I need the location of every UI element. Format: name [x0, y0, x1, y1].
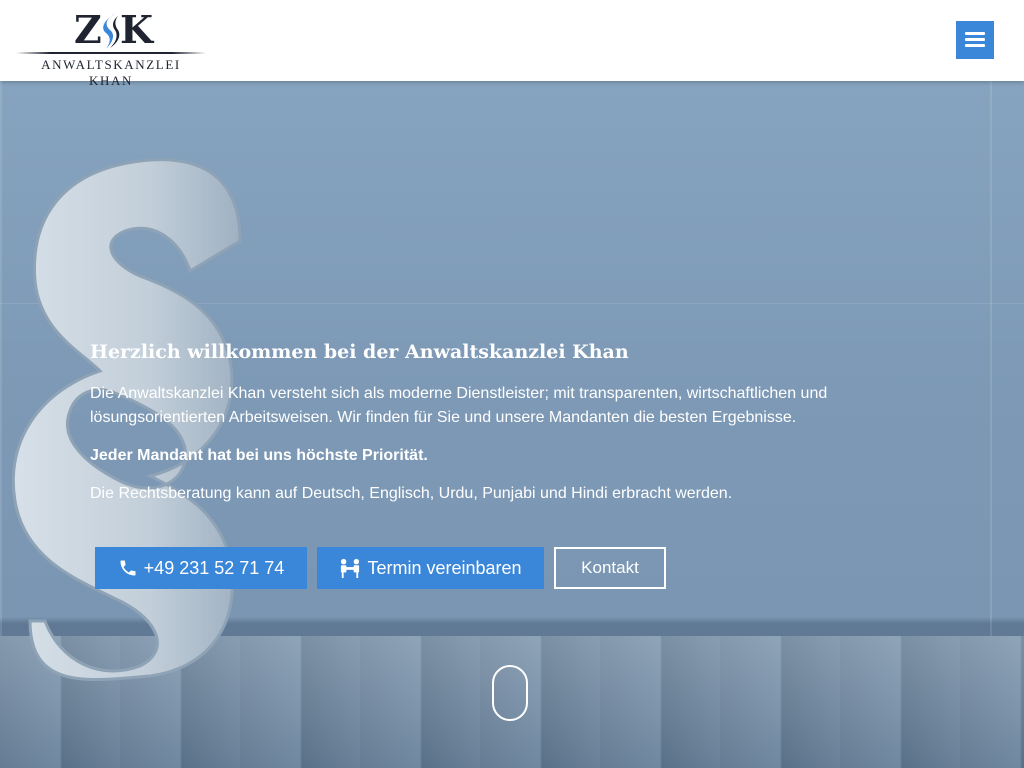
logo[interactable]: Z K ANWALTSKANZLEI KHAN — [16, 7, 206, 88]
wall-seam — [990, 81, 992, 636]
phone-button-label: +49 231 52 71 74 — [143, 557, 285, 578]
handshake-icon — [341, 558, 360, 578]
logo-letter-k: K — [120, 7, 154, 52]
hero-languages-text: Die Rechtsberatung kann auf Deutsch, Eng… — [90, 485, 733, 502]
logo-letter-z: Z — [74, 7, 102, 52]
logo-divider — [16, 52, 206, 54]
hero-content: Herzlich willkommen bei der Anwaltskanzl… — [90, 338, 870, 520]
hamburger-bar — [965, 38, 985, 41]
appointment-button[interactable]: Termin vereinbaren — [317, 547, 544, 589]
phone-button[interactable]: +49 231 52 71 74 — [95, 547, 307, 589]
hamburger-menu-icon — [965, 32, 985, 35]
contact-button[interactable]: Kontakt — [554, 547, 666, 589]
logo-name: ANWALTSKANZLEI KHAN — [41, 57, 181, 88]
phone-icon — [120, 560, 136, 576]
hamburger-bar — [965, 44, 985, 47]
appointment-button-label: Termin vereinbaren — [367, 557, 522, 578]
contact-button-label: Kontakt — [581, 558, 639, 577]
hero-headline: Herzlich willkommen bei der Anwaltskanzl… — [90, 341, 629, 363]
hamburger-menu-button[interactable] — [956, 21, 994, 59]
logo-s-flame-icon — [103, 13, 120, 49]
mouse-scroll-icon[interactable] — [492, 665, 528, 721]
hero-priority-text: Jeder Mandant hat bei uns höchste Priori… — [90, 447, 428, 464]
logo-mark: Z K — [72, 7, 154, 52]
hero-section: Herzlich willkommen bei der Anwaltskanzl… — [0, 81, 1024, 768]
hero-intro-text: Die Anwaltskanzlei Khan versteht sich al… — [90, 385, 828, 426]
site-header: Z K ANWALTSKANZLEI KHAN — [0, 0, 1024, 88]
